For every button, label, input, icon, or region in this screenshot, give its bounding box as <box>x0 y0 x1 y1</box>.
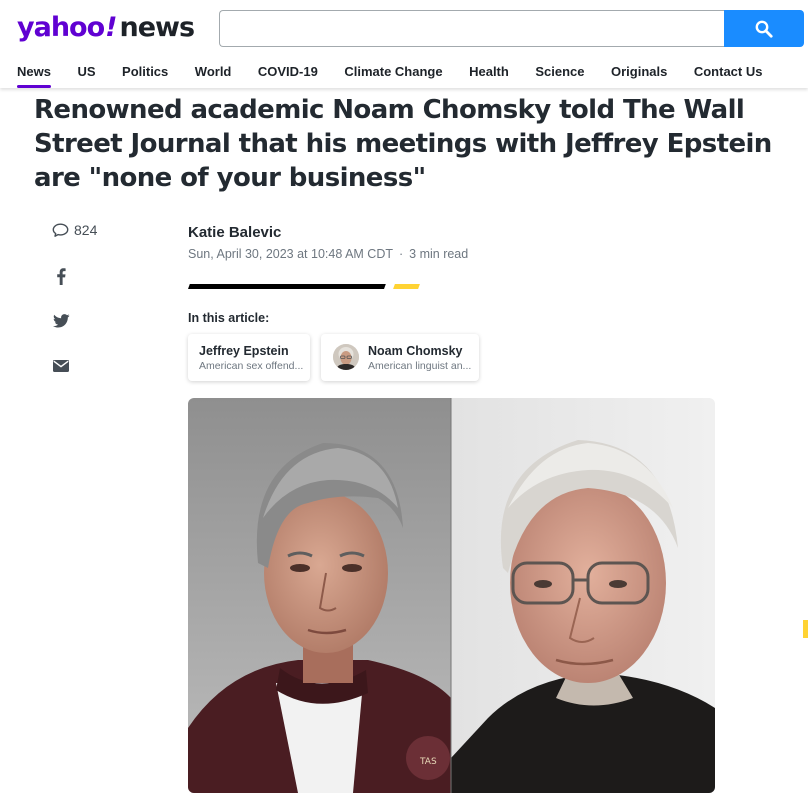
author-name[interactable]: Katie Balevic <box>188 224 281 241</box>
nav-item-politics[interactable]: Politics <box>122 62 168 88</box>
nav-item-science[interactable]: Science <box>535 62 584 88</box>
search-button[interactable] <box>724 10 804 47</box>
edge-accent <box>803 620 808 638</box>
entity-name: Noam Chomsky <box>368 344 463 358</box>
article-meta: Sun, April 30, 2023 at 10:48 AM CDT · 3 mi… <box>188 247 468 261</box>
article-photo[interactable]: TAS <box>188 398 715 793</box>
in-this-article-label: In this article: <box>188 311 270 325</box>
nav-item-originals[interactable]: Originals <box>611 62 667 88</box>
share-email-button[interactable] <box>52 357 70 375</box>
nav-item-covid-19[interactable]: COVID-19 <box>258 62 318 88</box>
site-header: yahoo! news News US Politics World COVID-… <box>0 0 808 88</box>
yahoo-news-logo[interactable]: yahoo! news <box>17 12 195 46</box>
publish-date: Sun, April 30, 2023 at 10:48 AM CDT <box>188 247 393 261</box>
article-headline: Renowned academic Noam Chomsky told The … <box>34 95 772 193</box>
entity-card-noam-chomsky[interactable]: Noam Chomsky American linguist an... <box>321 334 479 381</box>
nav-item-us[interactable]: US <box>77 62 95 88</box>
meta-separator: · <box>398 247 404 261</box>
byline-divider <box>188 284 386 289</box>
comment-icon <box>52 223 69 237</box>
logo-section: news <box>119 12 195 43</box>
avatar <box>333 344 359 370</box>
byline-divider-accent <box>393 284 420 289</box>
email-icon <box>53 360 69 372</box>
entity-card-jeffrey-epstein[interactable]: Jeffrey Epstein American sex offend... <box>188 334 310 381</box>
search-icon <box>755 20 773 38</box>
facebook-icon <box>57 267 66 285</box>
nav-item-world[interactable]: World <box>195 62 232 88</box>
entity-name: Jeffrey Epstein <box>199 344 289 358</box>
search-field[interactable] <box>219 10 725 47</box>
share-twitter-button[interactable] <box>52 312 70 330</box>
read-time: 3 min read <box>409 247 469 261</box>
entity-description: American linguist an... <box>368 360 472 372</box>
entity-description: American sex offend... <box>199 360 304 372</box>
nav-item-contact-us[interactable]: Contact Us <box>694 62 763 88</box>
nav-item-news[interactable]: News <box>17 62 51 88</box>
main-nav: News US Politics World COVID-19 Climate … <box>17 62 789 88</box>
nav-item-climate-change[interactable]: Climate Change <box>344 62 442 88</box>
nav-item-health[interactable]: Health <box>469 62 509 88</box>
logo-bang: ! <box>105 12 117 43</box>
comments-button[interactable]: 824 <box>52 222 97 238</box>
logo-brand: yahoo <box>17 12 105 43</box>
search-input[interactable] <box>220 11 725 46</box>
twitter-icon <box>52 314 70 328</box>
photo-badge-text: TAS <box>419 757 437 767</box>
comments-count: 824 <box>74 222 98 238</box>
share-facebook-button[interactable] <box>52 267 70 285</box>
